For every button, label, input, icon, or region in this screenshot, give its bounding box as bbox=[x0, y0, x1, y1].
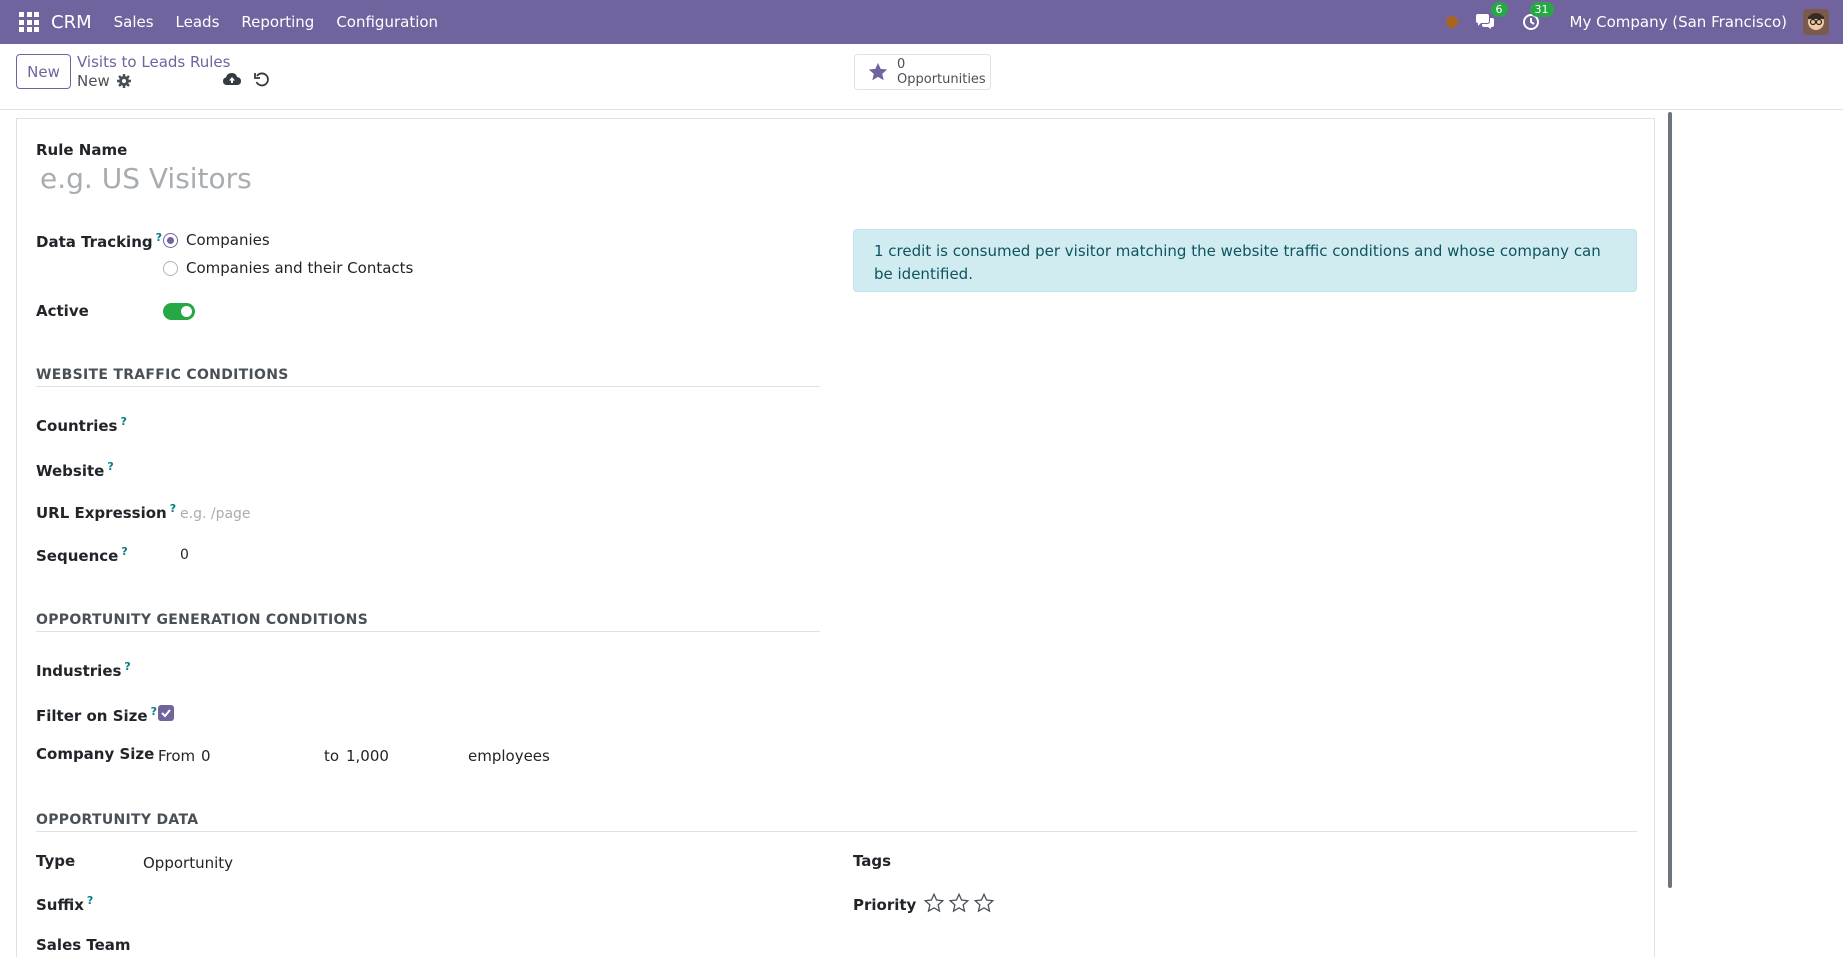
priority-star-icon[interactable] bbox=[948, 892, 970, 914]
sales-team-label: Sales Team bbox=[36, 936, 131, 954]
website-label: Website? bbox=[36, 460, 114, 480]
suffix-label: Suffix? bbox=[36, 894, 94, 914]
credit-info-alert: 1 credit is consumed per visitor matchin… bbox=[853, 229, 1637, 292]
presence-status-icon[interactable] bbox=[1445, 16, 1458, 28]
active-label: Active bbox=[36, 302, 89, 320]
menu-sales[interactable]: Sales bbox=[114, 13, 154, 31]
section-opportunity-data: OPPORTUNITY DATA bbox=[36, 812, 199, 828]
gear-icon[interactable] bbox=[116, 73, 132, 89]
priority-star-icon[interactable] bbox=[923, 892, 945, 914]
user-avatar[interactable] bbox=[1803, 9, 1829, 35]
section-divider bbox=[36, 386, 820, 387]
menu-configuration[interactable]: Configuration bbox=[336, 13, 438, 31]
radio-companies-contacts[interactable]: Companies and their Contacts bbox=[163, 259, 413, 277]
sequence-input[interactable]: 0 bbox=[180, 547, 189, 563]
app-menu-icon[interactable] bbox=[17, 10, 41, 34]
sequence-label: Sequence? bbox=[36, 545, 128, 565]
star-icon bbox=[868, 62, 888, 81]
employees-label: employees bbox=[468, 747, 550, 765]
opportunities-label: Opportunities bbox=[897, 72, 986, 87]
type-select[interactable]: Opportunity bbox=[143, 854, 233, 872]
rule-name-label: Rule Name bbox=[36, 141, 128, 159]
menu-reporting[interactable]: Reporting bbox=[241, 13, 314, 31]
filter-size-checkbox[interactable] bbox=[158, 705, 174, 721]
url-expression-label: URL Expression? bbox=[36, 502, 177, 522]
filter-size-label: Filter on Size? bbox=[36, 705, 157, 725]
control-panel: New Visits to Leads Rules New 0 Opportun… bbox=[0, 44, 1843, 110]
radio-companies[interactable]: Companies bbox=[163, 231, 270, 249]
opportunities-count: 0 bbox=[897, 57, 906, 72]
company-size-label: Company Size bbox=[36, 745, 155, 763]
active-toggle[interactable] bbox=[163, 303, 195, 320]
countries-label: Countries? bbox=[36, 415, 127, 435]
industries-label: Industries? bbox=[36, 660, 131, 680]
opportunities-stat-button[interactable]: 0 Opportunities bbox=[854, 54, 991, 90]
from-label: From bbox=[158, 747, 196, 765]
priority-label: Priority bbox=[853, 896, 917, 914]
form-sheet: Rule Name e.g. US Visitors Data Tracking… bbox=[16, 118, 1655, 957]
discard-undo-icon[interactable] bbox=[254, 72, 270, 88]
activities-clock-icon[interactable]: 31 bbox=[1518, 2, 1554, 33]
top-navbar: CRM Sales Leads Reporting Configuration … bbox=[0, 0, 1843, 44]
priority-star-icon[interactable] bbox=[973, 892, 995, 914]
new-button[interactable]: New bbox=[16, 54, 71, 89]
breadcrumb-parent[interactable]: Visits to Leads Rules bbox=[77, 53, 230, 71]
company-switcher[interactable]: My Company (San Francisco) bbox=[1570, 13, 1787, 31]
activities-count-badge: 31 bbox=[1529, 2, 1554, 17]
priority-widget bbox=[923, 892, 995, 914]
section-divider bbox=[36, 831, 1637, 832]
section-website-traffic: WEBSITE TRAFFIC CONDITIONS bbox=[36, 367, 289, 383]
type-label: Type bbox=[36, 852, 76, 870]
save-cloud-icon[interactable] bbox=[223, 72, 241, 88]
section-divider bbox=[36, 631, 820, 632]
record-name: New bbox=[77, 72, 110, 90]
tags-label: Tags bbox=[853, 852, 892, 870]
company-size-to-input[interactable]: 1,000 bbox=[346, 747, 389, 765]
url-expression-input[interactable]: e.g. /page bbox=[180, 506, 251, 522]
radio-button[interactable] bbox=[163, 260, 178, 276]
scrollbar[interactable] bbox=[1668, 112, 1672, 888]
radio-button[interactable] bbox=[163, 232, 178, 248]
menu-leads[interactable]: Leads bbox=[176, 13, 220, 31]
messages-count-badge: 6 bbox=[1490, 2, 1508, 17]
data-tracking-label: Data Tracking? bbox=[36, 231, 163, 251]
rule-name-input[interactable]: e.g. US Visitors bbox=[40, 162, 252, 195]
company-size-from-input[interactable]: 0 bbox=[201, 747, 211, 765]
section-opportunity-generation: OPPORTUNITY GENERATION CONDITIONS bbox=[36, 612, 369, 628]
to-label: to bbox=[324, 747, 340, 765]
messages-icon[interactable]: 6 bbox=[1472, 2, 1508, 33]
app-brand[interactable]: CRM bbox=[51, 12, 92, 33]
check-icon bbox=[161, 709, 171, 718]
